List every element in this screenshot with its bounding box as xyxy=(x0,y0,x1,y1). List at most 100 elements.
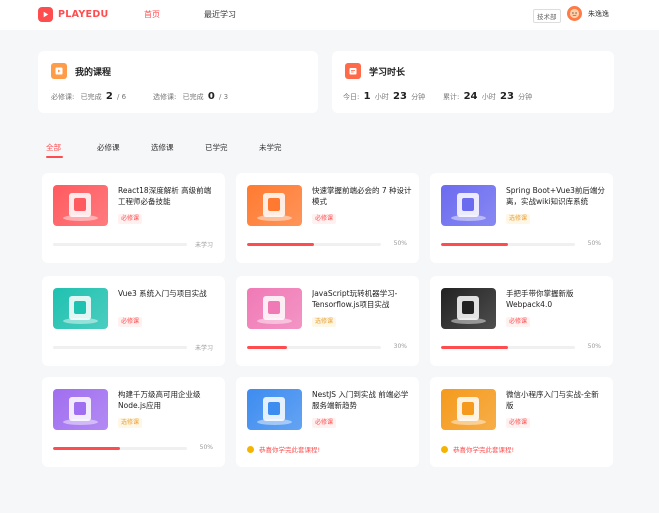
hour-unit: 小时 xyxy=(374,93,389,101)
nav-recent-study[interactable]: 最近学习 xyxy=(204,9,236,20)
play-logo-icon xyxy=(38,7,53,22)
course-cover-image[interactable] xyxy=(441,288,496,329)
course-progress-text: 未学习 xyxy=(194,345,213,352)
course-type-tag: 选修课 xyxy=(506,214,531,224)
total-study-time: 累计: 24 小时 23 分钟 xyxy=(443,91,532,102)
course-card[interactable]: 快速掌握前端必会的 7 种设计模式 必修课 50% xyxy=(236,173,419,263)
course-complete-message: 恭喜你学完此套课程! xyxy=(441,444,514,454)
course-type-tag: 必修课 xyxy=(312,418,337,428)
elective-course-stat: 选修课: 已完成 0 / 3 xyxy=(153,91,228,102)
course-progress-fill xyxy=(247,243,314,246)
today-minutes: 23 xyxy=(393,91,407,102)
trophy-icon xyxy=(441,445,448,453)
course-progress-text: 30% xyxy=(393,343,407,350)
my-courses-card: 我的课程 必修课: 已完成 2 / 6 选修课: 已完成 0 / 3 xyxy=(38,51,318,113)
required-course-stat: 必修课: 已完成 2 / 6 xyxy=(51,91,126,102)
study-time-title: 学习时长 xyxy=(369,68,406,78)
course-cover-image[interactable] xyxy=(247,185,302,226)
course-progress-fill xyxy=(441,346,508,349)
course-type-tag: 必修课 xyxy=(118,317,143,327)
today-label: 今日: xyxy=(343,93,360,101)
required-done-count: 2 xyxy=(105,91,113,102)
course-complete-text: 恭喜你学完此套课程! xyxy=(453,446,515,454)
course-cover-image[interactable] xyxy=(53,389,108,430)
trophy-icon xyxy=(247,445,254,453)
clock-calendar-icon xyxy=(345,63,361,79)
course-cover-image[interactable] xyxy=(247,288,302,329)
cover-illustration-detail xyxy=(74,301,86,314)
course-progress-bar xyxy=(53,346,187,349)
course-card[interactable]: React18深度解析 高级前端工程师必备技能 必修课 未学习 xyxy=(42,173,225,263)
course-progress-bar xyxy=(247,243,381,246)
course-card[interactable]: NestJS 入门到实战 前端必学服务端新趋势必修课恭喜你学完此套课程! xyxy=(236,377,419,467)
course-title[interactable]: 手把手带你掌握新版Webpack4.0 xyxy=(506,288,606,310)
course-title[interactable]: Spring Boot+Vue3前后端分离，实战wiki知识库系统 xyxy=(506,185,606,207)
course-title[interactable]: 微信小程序入门与实战-全新版 xyxy=(506,389,606,411)
today-hours: 1 xyxy=(363,91,371,102)
course-book-icon xyxy=(51,63,67,79)
course-cover-image[interactable] xyxy=(53,288,108,329)
cover-illustration-detail xyxy=(74,402,86,415)
course-progress-bar xyxy=(53,243,187,246)
course-cover-image[interactable] xyxy=(247,389,302,430)
course-title[interactable]: 构建千万级高可用企业级Node.js应用 xyxy=(118,389,218,411)
course-card[interactable]: 手把手带你掌握新版Webpack4.0 必修课 50% xyxy=(430,276,613,366)
course-card[interactable]: Vue3 系统入门与项目实战 必修课未学习 xyxy=(42,276,225,366)
brand-logo[interactable]: PLAYEDU xyxy=(38,7,109,22)
elective-label: 选修课: xyxy=(153,93,177,101)
course-complete-message: 恭喜你学完此套课程! xyxy=(247,444,320,454)
course-progress-bar xyxy=(441,243,575,246)
cover-illustration-detail xyxy=(74,198,86,211)
course-progress-text: 50% xyxy=(587,343,601,350)
cover-illustration-detail xyxy=(462,198,474,211)
course-progress-text: 50% xyxy=(587,240,601,247)
course-cover-image[interactable] xyxy=(441,389,496,430)
course-title[interactable]: 快速掌握前端必会的 7 种设计模式 xyxy=(312,185,412,207)
course-progress-bar xyxy=(247,346,381,349)
minute-unit: 分钟 xyxy=(411,93,426,101)
department-badge[interactable]: 技术部 xyxy=(533,9,561,23)
my-courses-title: 我的课程 xyxy=(75,68,112,78)
course-type-tag: 必修课 xyxy=(506,317,531,327)
study-time-card: 学习时长 今日: 1 小时 23 分钟 累计: 24 小时 23 分钟 xyxy=(332,51,614,113)
tab-all[interactable]: 全部 xyxy=(46,142,61,153)
elective-total: / 3 xyxy=(219,93,229,101)
tab-not-completed[interactable]: 未学完 xyxy=(259,142,282,153)
cover-illustration-detail xyxy=(268,402,280,415)
course-title[interactable]: JavaScript玩转机器学习-Tensorflow.js项目实战 xyxy=(312,288,412,310)
course-progress-bar xyxy=(441,346,575,349)
tab-elective[interactable]: 选修课 xyxy=(151,142,174,153)
course-title[interactable]: NestJS 入门到实战 前端必学服务端新趋势 xyxy=(312,389,412,411)
course-type-tag: 选修课 xyxy=(312,317,337,327)
active-tab-underline xyxy=(46,156,63,158)
hour-unit: 小时 xyxy=(481,93,496,101)
elective-done-label: 已完成 xyxy=(182,93,204,101)
required-label: 必修课: xyxy=(51,93,75,101)
username[interactable]: 朱逸逸 xyxy=(588,9,609,19)
required-done-label: 已完成 xyxy=(80,93,102,101)
course-type-tag: 必修课 xyxy=(118,214,143,224)
course-card[interactable]: JavaScript玩转机器学习-Tensorflow.js项目实战选修课 30% xyxy=(236,276,419,366)
avatar[interactable] xyxy=(567,6,582,21)
cover-illustration-detail xyxy=(462,402,474,415)
course-card[interactable]: 微信小程序入门与实战-全新版必修课恭喜你学完此套课程! xyxy=(430,377,613,467)
course-cover-image[interactable] xyxy=(441,185,496,226)
main-nav: 首页 最近学习 xyxy=(144,9,236,20)
total-hours: 24 xyxy=(463,91,478,102)
course-cover-image[interactable] xyxy=(53,185,108,226)
tab-required[interactable]: 必修课 xyxy=(97,142,120,153)
course-title[interactable]: React18深度解析 高级前端工程师必备技能 xyxy=(118,185,218,207)
course-title[interactable]: Vue3 系统入门与项目实战 xyxy=(118,288,218,299)
cover-illustration-detail xyxy=(462,301,474,314)
course-type-tag: 选修课 xyxy=(118,418,143,428)
course-type-tag: 必修课 xyxy=(506,418,531,428)
user-face-icon xyxy=(569,8,580,19)
elective-done-count: 0 xyxy=(207,91,215,102)
course-card[interactable]: 构建千万级高可用企业级Node.js应用 选修课 50% xyxy=(42,377,225,467)
course-card[interactable]: Spring Boot+Vue3前后端分离，实战wiki知识库系统选修课 50% xyxy=(430,173,613,263)
tab-completed[interactable]: 已学完 xyxy=(205,142,228,153)
cover-illustration-detail xyxy=(268,198,280,211)
nav-home[interactable]: 首页 xyxy=(144,9,204,20)
course-complete-text: 恭喜你学完此套课程! xyxy=(259,446,321,454)
required-total: / 6 xyxy=(117,93,127,101)
